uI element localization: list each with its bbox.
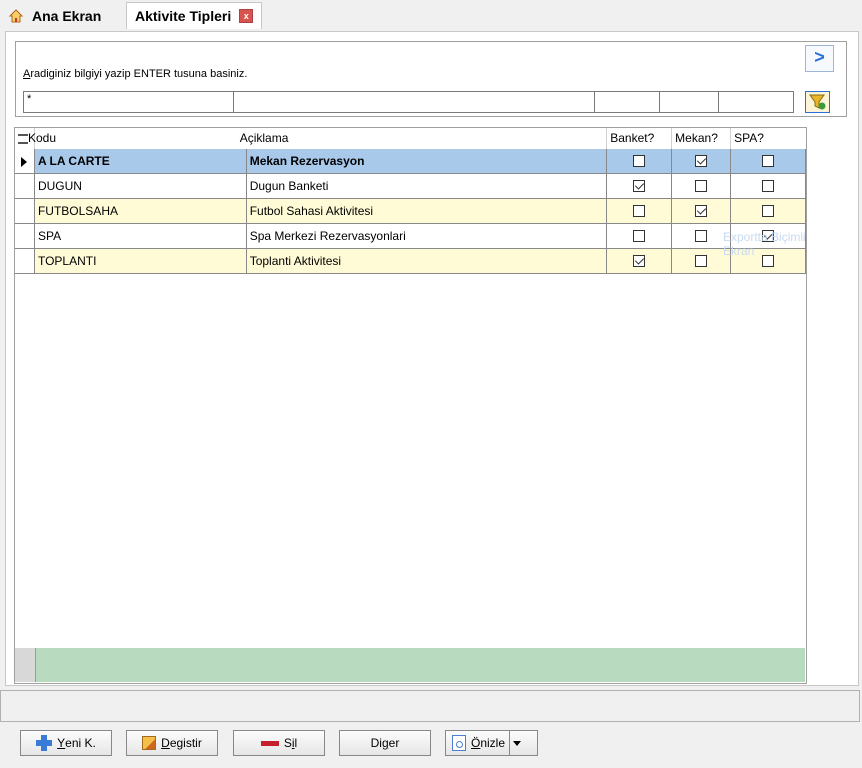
filter-icon (809, 94, 826, 110)
main-panel: Aradiginiz bilgiyi yazip ENTER tusuna ba… (5, 31, 859, 686)
filter-input-banket[interactable] (594, 91, 659, 113)
new-button-label: eni K. (65, 736, 96, 750)
cell-banket[interactable] (607, 199, 673, 224)
footer-summary-bar (36, 648, 805, 682)
table-row[interactable]: FUTBOLSAHA Futbol Sahasi Aktivitesi (15, 199, 806, 224)
new-button-accel: Y (57, 736, 66, 750)
edit-button-accel: D (161, 736, 170, 750)
plus-icon (36, 735, 53, 751)
cell-aciklama[interactable]: Dugun Banketi (246, 174, 608, 199)
grid-header: Kodu Açiklama Banket? Mekan? SPA? (15, 128, 806, 149)
other-button-label: er (388, 736, 400, 750)
cell-aciklama[interactable]: Mekan Rezervasyon (246, 149, 608, 174)
checkbox-banket[interactable] (633, 155, 646, 167)
row-indicator[interactable] (15, 174, 35, 199)
row-indicator[interactable] (15, 149, 35, 174)
checkbox-mekan[interactable] (695, 180, 708, 192)
checkbox-mekan[interactable] (695, 205, 708, 217)
preview-button-label: nizle (480, 736, 506, 750)
other-button[interactable]: Di g er (339, 730, 431, 756)
column-header-aciklama[interactable]: Açiklama (237, 128, 608, 149)
tab-ana-ekran[interactable]: Ana Ekran (8, 4, 101, 28)
checkbox-banket[interactable] (633, 205, 646, 217)
new-button[interactable]: Yeni K. (20, 730, 112, 756)
current-row-icon (21, 157, 27, 167)
search-hint: Aradiginiz bilgiyi yazip ENTER tusuna ba… (23, 68, 247, 80)
data-grid: Kodu Açiklama Banket? Mekan? SPA? A LA C… (14, 127, 807, 684)
home-icon (8, 8, 24, 24)
next-button[interactable]: > (805, 45, 834, 72)
filter-input-kodu[interactable]: * (23, 91, 233, 113)
cell-spa[interactable] (731, 199, 806, 224)
minus-icon (260, 740, 279, 746)
row-indicator[interactable] (15, 249, 35, 274)
cell-spa[interactable] (731, 174, 806, 199)
preview-icon (452, 735, 466, 751)
filter-input-mekan[interactable] (659, 91, 718, 113)
checkbox-banket[interactable] (633, 180, 646, 192)
preview-dropdown[interactable] (509, 731, 524, 755)
cell-kodu[interactable]: TOPLANTI (34, 249, 247, 274)
delete-button-pre: S (283, 736, 292, 750)
filter-row: * (23, 91, 794, 113)
cell-banket[interactable] (607, 249, 673, 274)
table-row[interactable]: DUGUN Dugun Banketi (15, 174, 806, 199)
cell-kodu[interactable]: SPA (34, 224, 247, 249)
filter-input-aciklama[interactable] (233, 91, 594, 113)
preview-button-accel: Ö (471, 736, 481, 750)
checkbox-spa[interactable] (762, 155, 775, 167)
cell-kodu[interactable]: A LA CARTE (34, 149, 247, 174)
cell-mekan[interactable] (672, 149, 732, 174)
cell-aciklama[interactable]: Spa Merkezi Rezervasyonlari (246, 224, 608, 249)
checkbox-banket[interactable] (633, 230, 646, 242)
tab-ana-ekran-label: Ana Ekran (32, 8, 102, 24)
other-button-accel: g (381, 736, 389, 750)
checkbox-spa[interactable] (762, 205, 775, 217)
table-row[interactable]: TOPLANTI Toplanti Aktivitesi (15, 249, 806, 274)
search-hint-text: radiginiz bilgiyi yazip ENTER tusuna bas… (30, 68, 248, 80)
ghost-hint-text: Exportta Biçimli Ekran (723, 230, 806, 258)
cell-spa[interactable] (731, 149, 806, 174)
row-indicator[interactable] (15, 224, 35, 249)
table-row[interactable]: SPA Spa Merkezi Rezervasyonlari (15, 224, 806, 249)
checkbox-mekan[interactable] (695, 155, 708, 167)
cell-mekan[interactable] (672, 174, 732, 199)
pencil-icon (142, 736, 157, 750)
column-header-spa[interactable]: SPA? (731, 128, 806, 149)
chevron-down-icon (513, 740, 522, 746)
checkbox-banket[interactable] (633, 255, 646, 267)
cell-banket[interactable] (607, 224, 673, 249)
status-bar (0, 690, 860, 722)
filter-input-spa[interactable] (718, 91, 794, 113)
table-row[interactable]: A LA CARTE Mekan Rezervasyon (15, 149, 806, 174)
row-indicator[interactable] (15, 199, 35, 224)
other-button-pre: Di (370, 736, 382, 750)
checkbox-spa[interactable] (762, 180, 775, 192)
close-tab-icon[interactable]: x (239, 9, 254, 23)
edit-button[interactable]: Degistir (126, 730, 218, 756)
bottom-toolbar: Yeni K. Degistir Sil Di g er Önizle (0, 724, 862, 768)
edit-button-label: egistir (169, 736, 202, 750)
checkbox-mekan[interactable] (695, 230, 708, 242)
cell-banket[interactable] (607, 149, 673, 174)
tab-aktivite-tipleri[interactable]: Aktivite Tipleri x (126, 2, 263, 29)
column-header-mekan[interactable]: Mekan? (672, 128, 732, 149)
delete-button-label: l (294, 736, 298, 750)
delete-button[interactable]: Sil (233, 730, 325, 756)
cell-banket[interactable] (607, 174, 673, 199)
checkbox-mekan[interactable] (695, 255, 708, 267)
tab-aktivite-tipleri-label: Aktivite Tipleri (135, 8, 232, 24)
preview-button[interactable]: Önizle (445, 730, 538, 756)
column-header-kodu[interactable]: Kodu (25, 128, 237, 149)
cell-aciklama[interactable]: Futbol Sahasi Aktivitesi (246, 199, 608, 224)
cell-aciklama[interactable]: Toplanti Aktivitesi (246, 249, 608, 274)
tab-bar: Ana Ekran Aktivite Tipleri x (0, 0, 862, 30)
list-icon (18, 133, 28, 144)
column-header-banket[interactable]: Banket? (607, 128, 673, 149)
footer-indicator (15, 648, 36, 682)
filter-button[interactable] (805, 91, 830, 113)
cell-mekan[interactable] (672, 199, 732, 224)
cell-kodu[interactable]: DUGUN (34, 174, 247, 199)
cell-kodu[interactable]: FUTBOLSAHA (34, 199, 247, 224)
